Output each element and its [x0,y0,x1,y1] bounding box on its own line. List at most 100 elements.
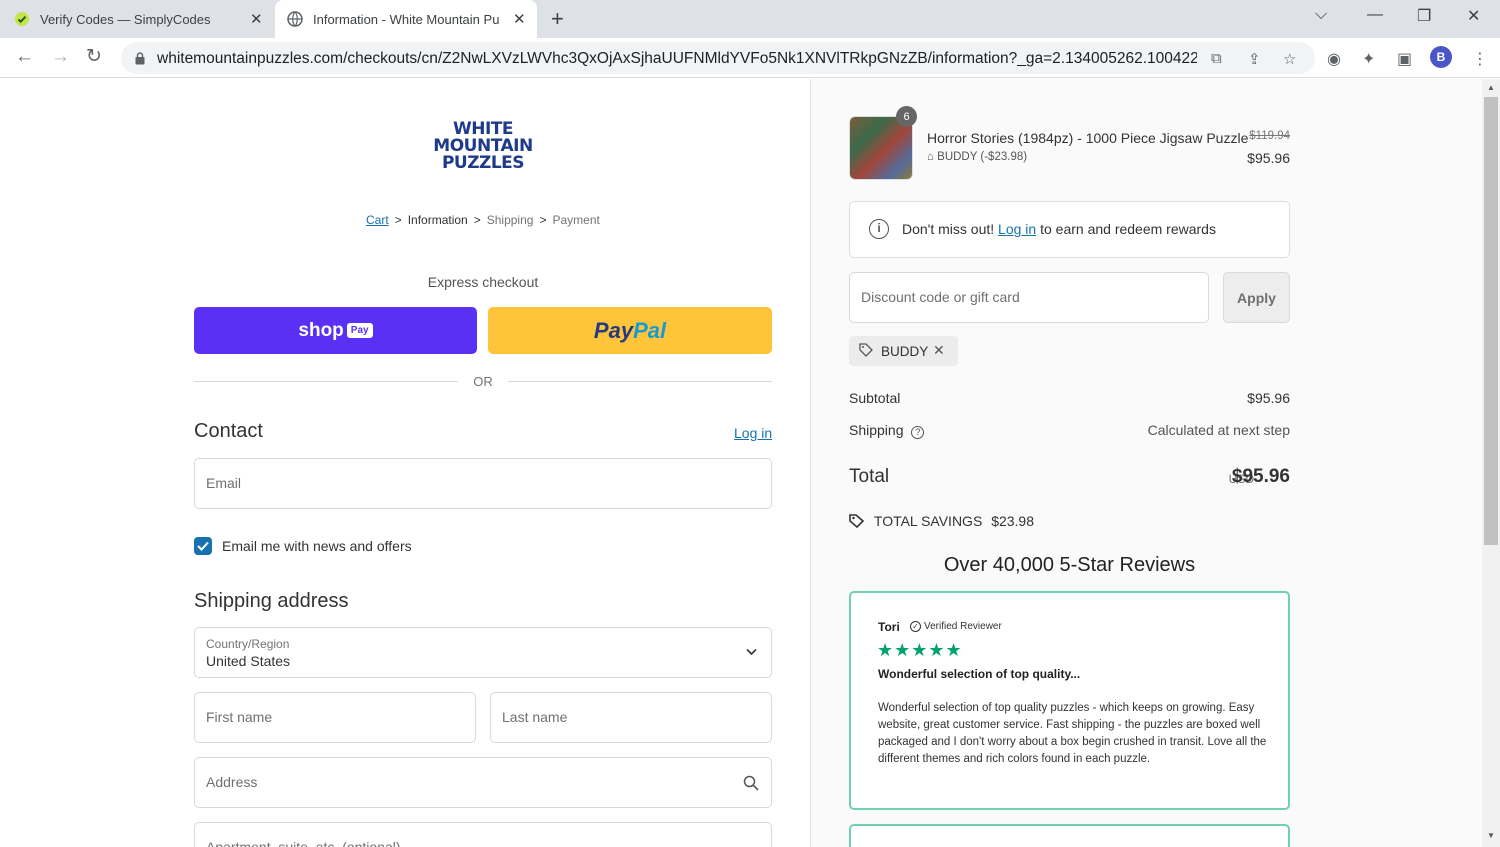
newsletter-label[interactable]: Email me with news and offers [222,538,412,554]
scroll-down-arrow-icon[interactable]: ▼ [1487,831,1495,840]
applied-code-label: BUDDY [881,344,929,359]
savings-tag-icon [849,513,868,529]
checkmark-icon [197,541,209,551]
side-panel-icon[interactable]: ▣ [1397,49,1412,69]
total-label: Total [849,466,890,487]
info-icon: i [869,219,889,239]
paypal-button[interactable]: Pay Pal [488,307,772,354]
tab-information[interactable]: Information - White Mountain Pu ✕ [275,0,537,38]
first-name-field[interactable]: First name [194,692,476,743]
applied-discount-tag: BUDDY ✕ [849,336,958,366]
new-tab-plus-icon[interactable]: + [551,6,564,32]
total-savings: TOTAL SAVINGS $23.98 [849,513,1034,529]
product-name: Horror Stories (1984pz) - 1000 Piece Jig… [927,130,1249,146]
back-arrow-icon[interactable]: ← [15,46,34,68]
express-checkout-label: Express checkout [427,274,539,290]
simplycodes-favicon-icon [14,11,30,27]
restore-icon[interactable]: ❐ [1417,6,1431,26]
savings-value: $23.98 [991,513,1035,529]
quantity-badge: 6 [896,106,917,127]
shop-pay-wordmark: shop [298,319,344,341]
shipping-value: Calculated at next step [1147,422,1290,438]
product-original-price: $119.94 [1249,130,1290,142]
contact-login-link[interactable]: Log in [734,425,772,441]
lock-icon [135,52,145,65]
minimize-icon[interactable]: — [1367,6,1383,24]
checkout-main: WHITE MOUNTAIN PUZZLES Cart > Information >… [0,79,810,847]
breadcrumb-cart[interactable]: Cart [366,213,389,227]
store-logo[interactable]: WHITE MOUNTAIN PUZZLES [427,121,539,189]
globe-icon [287,11,303,27]
rewards-login-link[interactable]: Log in [998,221,1036,237]
email-placeholder: Email [206,475,242,491]
first-name-placeholder: First name [206,709,273,725]
savings-label: TOTAL SAVINGS [873,513,983,529]
or-label: OR [473,374,493,389]
forward-arrow-icon[interactable]: → [51,46,70,68]
subtotal-row: Subtotal $95.96 [849,390,1290,406]
share-icon[interactable]: ⇪ [1248,50,1266,68]
breadcrumb-shipping: Shipping [486,213,534,227]
logo-line-3: PUZZLES [441,153,525,173]
country-label: Country/Region [206,637,290,651]
address-field[interactable]: Address [194,757,772,808]
total-value: $95.96 [1231,466,1290,487]
browser-toolbar: ← → ↻ whitemountainpuzzles.com/checkouts… [0,38,1500,78]
search-icon [743,775,759,791]
review-stars: ★★★★★ [877,640,963,660]
address-bar[interactable]: whitemountainpuzzles.com/checkouts/cn/Z2… [121,42,1315,74]
rewards-text: Don't miss out! Log in to earn and redee… [902,221,1216,237]
remove-code-icon[interactable]: ✕ [933,342,945,359]
profile-avatar[interactable]: B [1430,46,1452,68]
tab-title: Verify Codes — SimplyCodes [40,11,211,27]
discount-placeholder: Discount code or gift card [861,289,1020,305]
scroll-up-arrow-icon[interactable]: ▲ [1487,83,1495,92]
translate-icon[interactable]: ⧉ [1211,50,1229,68]
verified-badge: ✓ Verified Reviewer [910,621,1002,632]
country-value: United States [206,653,291,669]
subtotal-value: $95.96 [1247,390,1290,406]
shipping-row: Shipping ? Calculated at next step [849,422,1290,439]
bookmark-star-icon[interactable]: ☆ [1283,50,1301,68]
extensions-puzzle-icon[interactable]: ✦ [1362,49,1375,69]
discount-code-input[interactable]: Discount code or gift card [849,272,1209,323]
review-title: Wonderful selection of top quality... [878,667,1081,681]
tab-simplycodes[interactable]: Verify Codes — SimplyCodes ✕ [14,0,274,38]
shipping-address-heading: Shipping address [194,590,349,612]
chrome-menu-icon[interactable]: ⋮ [1472,49,1488,69]
review-body: Wonderful selection of top quality puzzl… [878,702,1267,765]
product-discount: ⌂ BUDDY (-$23.98) [927,151,1028,163]
page-scrollbar[interactable]: ▲ ▼ [1482,79,1500,847]
reload-icon[interactable]: ↻ [86,46,102,68]
shop-pay-button[interactable]: shop Pay [194,307,477,354]
country-select[interactable]: Country/Region United States [194,627,772,678]
apartment-field[interactable]: Apartment, suite, etc. (optional) [194,822,772,847]
chevron-down-icon [746,648,757,656]
verified-check-icon: ✓ [910,621,921,632]
apartment-placeholder: Apartment, suite, etc. (optional) [206,839,401,847]
email-field[interactable]: Email [194,458,772,509]
review-card: Tori ✓ Verified Reviewer ★★★★★ Wonderful … [849,591,1290,810]
last-name-field[interactable]: Last name [490,692,772,743]
divider [194,381,458,382]
last-name-placeholder: Last name [502,709,568,725]
order-summary: 6 Horror Stories (1984pz) - 1000 Piece J… [810,79,1482,847]
close-window-icon[interactable]: ✕ [1467,6,1480,26]
extension-face-icon[interactable]: ◉ [1327,49,1341,69]
close-tab-icon[interactable]: ✕ [250,10,263,28]
scrollbar-thumb[interactable] [1484,97,1498,545]
close-tab-icon[interactable]: ✕ [513,10,526,28]
tab-search-chevron-icon[interactable]: ⌵ [1315,6,1327,24]
contact-heading: Contact [194,420,263,442]
paypal-wordmark-pal: Pal [633,317,667,343]
reviewer-name: Tori [878,620,900,634]
shop-pay-badge: Pay [346,323,373,338]
breadcrumb-payment: Payment [552,213,600,227]
breadcrumb: Cart > Information > Shipping > Payment [366,213,600,227]
newsletter-checkbox[interactable] [194,537,212,555]
review-card [849,824,1290,847]
apply-button[interactable]: Apply [1223,272,1290,323]
tab-title: Information - White Mountain Pu [313,11,500,27]
help-circle-icon[interactable]: ? [911,426,925,439]
breadcrumb-information: Information [407,213,468,227]
